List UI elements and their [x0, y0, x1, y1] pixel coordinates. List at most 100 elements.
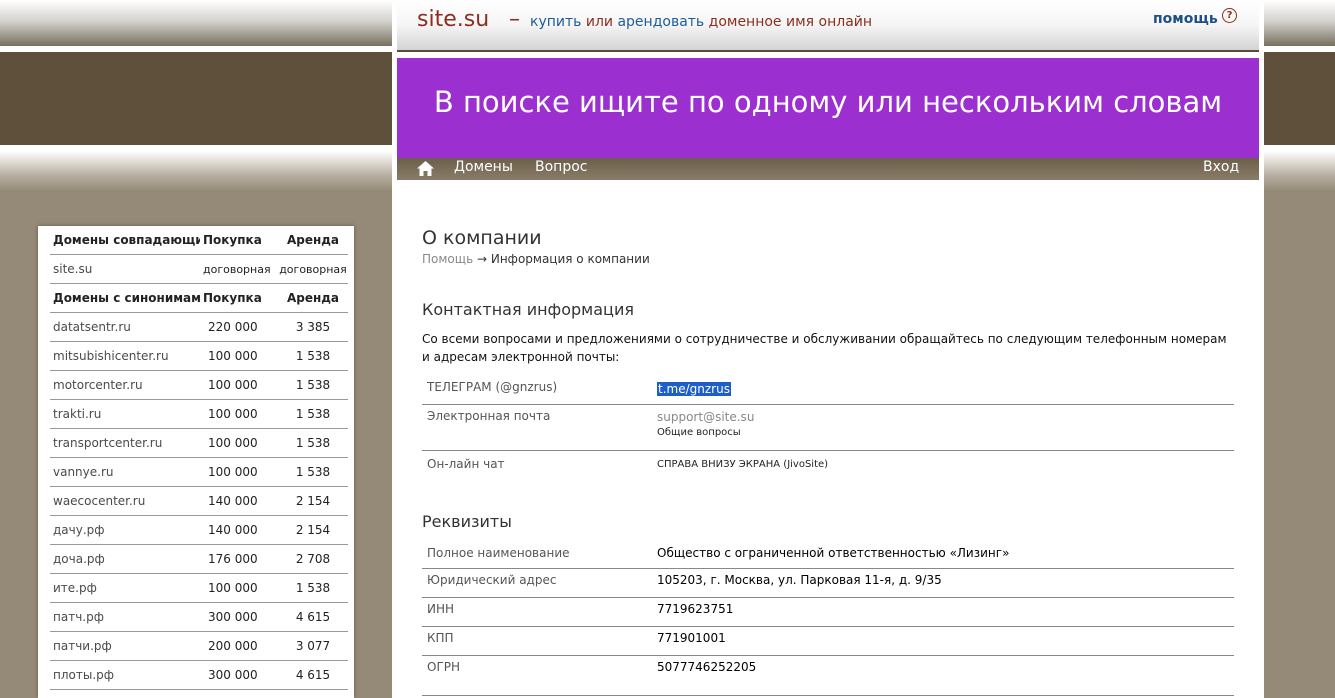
- breadcrumb-current: Информация о компании: [490, 252, 650, 266]
- table-row: ОГРН 5077746252205: [422, 656, 1234, 685]
- column-header-buy: Покупка: [200, 226, 275, 255]
- buy-price: договорная: [200, 254, 275, 284]
- site-logo[interactable]: site.su: [417, 7, 489, 32]
- contacts-intro: Со всеми вопросами и предложениями о сот…: [422, 332, 1227, 364]
- main-nav: Домены Вопрос Вход: [397, 158, 1259, 180]
- table-row: site.su договорная договорная: [50, 254, 348, 284]
- requisite-label: ИНН: [422, 597, 652, 627]
- domain-link[interactable]: transportcenter.ru: [50, 428, 200, 458]
- main-column: site.su – купить или арендовать доменное…: [392, 0, 1264, 698]
- rent-price: 3 385: [275, 312, 348, 342]
- requisite-label: Полное наименование: [422, 544, 652, 569]
- telegram-link[interactable]: t.me/gnzrus: [657, 382, 731, 396]
- table-row: ите.рф 100 000 1 538: [50, 573, 348, 603]
- contacts-heading: Контактная информация: [422, 300, 634, 319]
- domain-link[interactable]: доча.рф: [50, 544, 200, 574]
- table-row: motorcenter.ru 100 000 1 538: [50, 370, 348, 400]
- table-header-row: Домены совпадающие Покупка Аренда: [50, 226, 348, 255]
- table-row: transportcenter.ru 100 000 1 538: [50, 428, 348, 458]
- rent-price: 2 154: [275, 486, 348, 516]
- table-row: КПП 771901001: [422, 626, 1234, 656]
- table-row: vannye.ru 100 000 1 538: [50, 457, 348, 487]
- buy-price: 140 000: [200, 515, 275, 545]
- chat-value: СПРАВА ВНИЗУ ЭКРАНА (JivoSite): [657, 459, 829, 470]
- help-link[interactable]: помощь: [1153, 11, 1218, 27]
- site-tagline: купить или арендовать доменное имя онлай…: [530, 14, 872, 30]
- requisites-table: Полное наименование Общество с ограниченн…: [422, 544, 1234, 684]
- domain-link[interactable]: дачу.рф: [50, 515, 200, 545]
- chat-label: Он-лайн чат: [427, 457, 505, 471]
- help-icon[interactable]: ?: [1222, 8, 1237, 23]
- requisite-label: КПП: [422, 626, 652, 656]
- table-row: дачу.рф 140 000 2 154: [50, 515, 348, 545]
- domain-link[interactable]: motorcenter.ru: [50, 370, 200, 400]
- rent-price: 1 538: [275, 428, 348, 458]
- rent-price: 3 077: [275, 631, 348, 661]
- domain-link[interactable]: ите.рф: [50, 573, 200, 603]
- rent-price: 4 615: [275, 660, 348, 690]
- tagline-or: или: [585, 14, 614, 30]
- requisite-value: 7719623751: [652, 597, 1234, 627]
- table-row: waecocenter.ru 140 000 2 154: [50, 486, 348, 516]
- column-header-domains-synonyms: Домены с синонимами: [50, 283, 200, 313]
- rent-price: 2 154: [275, 515, 348, 545]
- column-header-rent: Аренда: [275, 283, 348, 313]
- domain-link[interactable]: trakti.ru: [50, 399, 200, 429]
- page-title: О компании: [422, 227, 542, 249]
- banner-hint-box: В поиске ищите по одному или нескольким …: [397, 58, 1259, 158]
- logo-dash: –: [509, 7, 520, 32]
- site-header: site.su – купить или арендовать доменное…: [397, 0, 1259, 52]
- buy-price: 220 000: [200, 312, 275, 342]
- buy-price: 300 000: [200, 660, 275, 690]
- email-label: Электронная почта: [422, 404, 652, 451]
- column-header-domains-exact: Домены совпадающие: [50, 226, 200, 255]
- rent-link[interactable]: арендовать: [617, 14, 704, 30]
- domain-link[interactable]: плоты.рф: [50, 660, 200, 690]
- buy-price: 100 000: [200, 399, 275, 429]
- nav-login[interactable]: Вход: [1203, 159, 1239, 175]
- domain-link[interactable]: site.su: [50, 254, 200, 284]
- rent-price: 1 538: [275, 341, 348, 371]
- table-row: ТЕЛЕГРАМ (@gnzrus) t.me/gnzrus: [422, 377, 1234, 405]
- banner-hint-text: В поиске ищите по одному или нескольким …: [433, 85, 1223, 119]
- buy-link[interactable]: купить: [530, 14, 581, 30]
- email-link[interactable]: support@site.su: [657, 410, 1229, 424]
- buy-price: 140 000: [200, 486, 275, 516]
- nav-question[interactable]: Вопрос: [535, 159, 587, 175]
- buy-price: 100 000: [200, 370, 275, 400]
- buy-price: 100 000: [200, 428, 275, 458]
- domain-link[interactable]: патч.рф: [50, 602, 200, 632]
- home-icon[interactable]: [417, 161, 434, 176]
- rent-price: договорная: [275, 254, 348, 284]
- domain-link[interactable]: datatsentr.ru: [50, 312, 200, 342]
- table-row: Полное наименование Общество с ограниченн…: [422, 544, 1234, 569]
- requisite-label: ОГРН: [427, 660, 461, 674]
- breadcrumb-help-link[interactable]: Помощь: [422, 252, 473, 266]
- buy-price: 100 000: [200, 457, 275, 487]
- rent-price: 1 538: [275, 457, 348, 487]
- breadcrumb-arrow: →: [476, 252, 488, 266]
- contacts-table: ТЕЛЕГРАМ (@gnzrus) t.me/gnzrus Электронн…: [422, 377, 1234, 471]
- email-note: Общие вопросы: [657, 427, 741, 438]
- rent-price: 4 615: [275, 602, 348, 632]
- nav-domains[interactable]: Домены: [454, 159, 513, 175]
- table-row: патч.рф 300 000 4 615: [50, 602, 348, 632]
- search-banner: В поиске ищите по одному или нескольким …: [397, 58, 1259, 180]
- rent-price: 1 538: [275, 370, 348, 400]
- domain-link[interactable]: vannye.ru: [50, 457, 200, 487]
- domain-offers-table: Домены совпадающие Покупка Аренда site.s…: [50, 226, 348, 690]
- domain-link[interactable]: waecocenter.ru: [50, 486, 200, 516]
- telegram-value-cell: t.me/gnzrus: [652, 377, 1234, 405]
- buy-price: 176 000: [200, 544, 275, 574]
- table-row: ИНН 7719623751: [422, 597, 1234, 627]
- buy-price: 100 000: [200, 573, 275, 603]
- domain-link[interactable]: патчи.рф: [50, 631, 200, 661]
- table-row: плоты.рф 300 000 4 615: [50, 660, 348, 690]
- table-row: доча.рф 176 000 2 708: [50, 544, 348, 574]
- buy-price: 300 000: [200, 602, 275, 632]
- email-value-cell: support@site.su Общие вопросы: [652, 404, 1234, 451]
- table-row: патчи.рф 200 000 3 077: [50, 631, 348, 661]
- requisite-value: 5077746252205: [657, 660, 757, 674]
- requisite-value: 771901001: [652, 626, 1234, 656]
- domain-link[interactable]: mitsubishicenter.ru: [50, 341, 200, 371]
